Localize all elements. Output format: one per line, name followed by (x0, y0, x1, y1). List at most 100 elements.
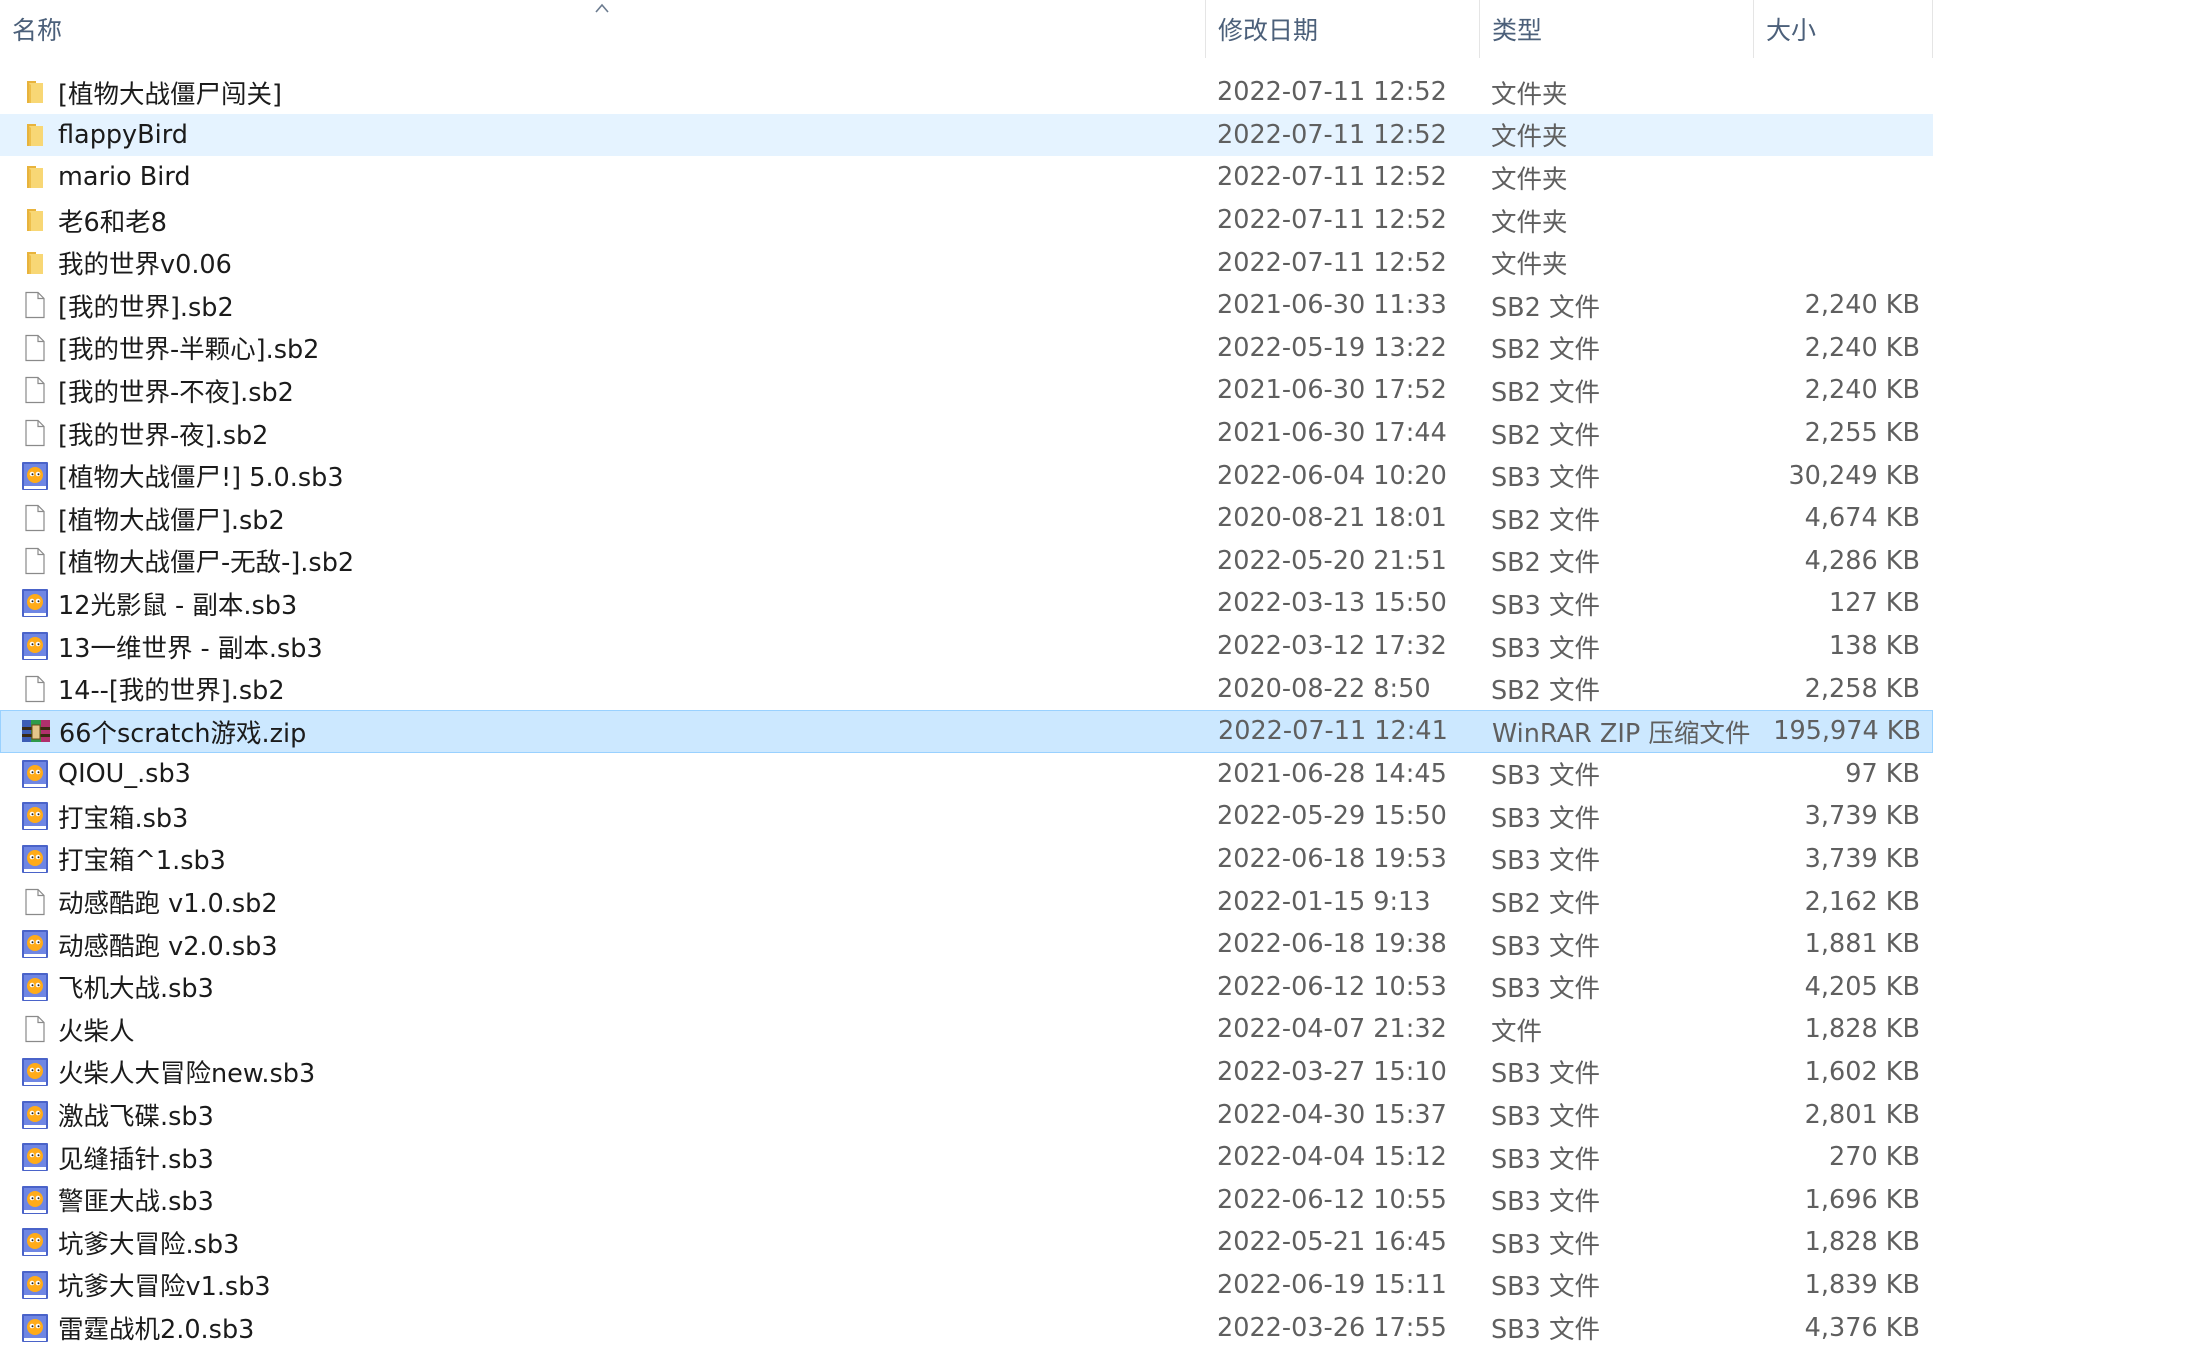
file-name: 13一维世界 - 副本.sb3 (58, 633, 323, 664)
file-modified-date: 2022-03-27 15:10 (1217, 1056, 1447, 1087)
column-header-name-label: 名称 (12, 16, 63, 45)
file-size: 4,376 KB (1804, 1312, 1920, 1343)
file-modified-date: 2022-05-20 21:51 (1217, 545, 1447, 576)
blank-file-icon (20, 497, 50, 540)
file-row[interactable]: [植物大战僵尸].sb2 2020-08-21 18:01 SB2 文件 4,674 … (0, 497, 1933, 540)
file-modified-date: 2022-07-11 12:41 (1218, 716, 1448, 747)
file-type: SB3 文件 (1491, 1059, 1601, 1090)
file-row[interactable]: [植物大战僵尸闯关] 2022-07-11 12:52 文件夹 (0, 71, 1933, 114)
file-row[interactable]: [我的世界-不夜].sb2 2021-06-30 17:52 SB2 文件 2,240… (0, 369, 1933, 412)
winrar-archive-icon (21, 711, 51, 752)
file-size: 2,162 KB (1804, 886, 1920, 917)
column-header-type[interactable]: 类型 (1480, 0, 1754, 58)
file-row[interactable]: 老6和老8 2022-07-11 12:52 文件夹 (0, 199, 1933, 242)
file-name: 动感酷跑 v2.0.sb3 (58, 931, 278, 962)
file-size: 195,974 KB (1773, 716, 1921, 747)
file-size: 127 KB (1829, 588, 1920, 619)
file-modified-date: 2021-06-30 17:44 (1217, 418, 1447, 449)
file-size: 2,258 KB (1804, 673, 1920, 704)
scratch-file-icon (20, 753, 50, 796)
file-size: 138 KB (1829, 631, 1920, 662)
file-name: QIOU_.sb3 (58, 758, 191, 789)
file-row[interactable]: 动感酷跑 v1.0.sb2 2022-01-15 9:13 SB2 文件 2,162 … (0, 880, 1933, 923)
file-modified-date: 2022-01-15 9:13 (1217, 886, 1431, 917)
file-size (1760, 199, 1920, 242)
file-type: SB3 文件 (1491, 590, 1601, 621)
file-row[interactable]: [植物大战僵尸-无敌-].sb2 2022-05-20 21:51 SB2 文件 4,… (0, 540, 1933, 583)
file-row[interactable]: [植物大战僵尸!] 5.0.sb3 2022-06-04 10:20 SB3 文件 3… (0, 454, 1933, 497)
file-type: SB2 文件 (1491, 335, 1601, 366)
file-modified-date: 2022-06-12 10:53 (1217, 971, 1447, 1002)
file-name: 14--[我的世界].sb2 (58, 676, 285, 707)
file-name: 老6和老8 (58, 207, 167, 238)
file-name: [植物大战僵尸].sb2 (58, 505, 285, 536)
file-size: 2,240 KB (1804, 375, 1920, 406)
file-type: WinRAR ZIP 压缩文件 (1492, 718, 1751, 749)
file-modified-date: 2022-06-18 19:38 (1217, 929, 1447, 960)
file-row[interactable]: 14--[我的世界].sb2 2020-08-22 8:50 SB2 文件 2,258… (0, 667, 1933, 710)
file-row[interactable]: QIOU_.sb3 2021-06-28 14:45 SB3 文件 97 KB (0, 753, 1933, 796)
file-row[interactable]: 雷霆战机2.0.sb3 2022-03-26 17:55 SB3 文件 4,376 K… (0, 1306, 1933, 1349)
file-size (1760, 71, 1920, 114)
file-type: 文件夹 (1491, 164, 1568, 195)
file-row[interactable]: 我的世界v0.06 2022-07-11 12:52 文件夹 (0, 241, 1933, 284)
file-size: 1,881 KB (1804, 929, 1920, 960)
file-size: 30,249 KB (1788, 460, 1920, 491)
file-modified-date: 2020-08-21 18:01 (1217, 503, 1447, 534)
file-type: SB2 文件 (1491, 889, 1601, 920)
file-name: [植物大战僵尸!] 5.0.sb3 (58, 463, 344, 494)
file-row[interactable]: 坑爹大冒险.sb3 2022-05-21 16:45 SB3 文件 1,828 KB (0, 1221, 1933, 1264)
file-size: 2,240 KB (1804, 332, 1920, 363)
file-row[interactable]: 坑爹大冒险v1.sb3 2022-06-19 15:11 SB3 文件 1,839 K… (0, 1264, 1933, 1307)
file-modified-date: 2021-06-30 11:33 (1217, 290, 1447, 321)
file-modified-date: 2021-06-30 17:52 (1217, 375, 1447, 406)
column-header-size[interactable]: 大小 (1754, 0, 1933, 58)
scratch-file-icon (20, 1051, 50, 1094)
file-type: 文件夹 (1491, 79, 1568, 110)
file-row[interactable]: 激战飞碟.sb3 2022-04-30 15:37 SB3 文件 2,801 KB (0, 1093, 1933, 1136)
file-row[interactable]: mario Bird 2022-07-11 12:52 文件夹 (0, 156, 1933, 199)
column-header-name[interactable]: 名称 (0, 0, 1206, 58)
file-row[interactable]: [我的世界-半颗心].sb2 2022-05-19 13:22 SB2 文件 2,24… (0, 327, 1933, 370)
column-header-type-label: 类型 (1492, 16, 1543, 45)
file-row[interactable]: 飞机大战.sb3 2022-06-12 10:53 SB3 文件 4,205 KB (0, 965, 1933, 1008)
file-type: 文件夹 (1491, 122, 1568, 153)
scratch-file-icon (20, 625, 50, 668)
scratch-file-icon (20, 582, 50, 625)
file-row[interactable]: flappyBird 2022-07-11 12:52 文件夹 (0, 113, 1933, 157)
file-row[interactable]: 火柴人 2022-04-07 21:32 文件 1,828 KB (0, 1008, 1933, 1051)
file-row[interactable]: 动感酷跑 v2.0.sb3 2022-06-18 19:38 SB3 文件 1,881… (0, 923, 1933, 966)
file-row[interactable]: 打宝箱.sb3 2022-05-29 15:50 SB3 文件 3,739 KB (0, 795, 1933, 838)
file-type: SB2 文件 (1491, 676, 1601, 707)
file-size: 3,739 KB (1804, 843, 1920, 874)
file-name: 见缝插针.sb3 (58, 1144, 214, 1175)
file-modified-date: 2022-07-11 12:52 (1217, 162, 1447, 193)
blank-file-icon (20, 540, 50, 583)
folder-icon (20, 71, 50, 114)
file-type: SB3 文件 (1491, 803, 1601, 834)
file-row[interactable]: 13一维世界 - 副本.sb3 2022-03-12 17:32 SB3 文件 138… (0, 625, 1933, 668)
file-row[interactable]: 见缝插针.sb3 2022-04-04 15:12 SB3 文件 270 KB (0, 1136, 1933, 1179)
file-row[interactable]: 火柴人大冒险new.sb3 2022-03-27 15:10 SB3 文件 1,602… (0, 1051, 1933, 1094)
blank-file-icon (20, 327, 50, 370)
column-header-bar: 名称 修改日期 类型 大小 (0, 0, 1933, 66)
file-name: 坑爹大冒险v1.sb3 (58, 1272, 271, 1303)
file-row[interactable]: [我的世界].sb2 2021-06-30 11:33 SB2 文件 2,240 KB (0, 284, 1933, 327)
file-name: [我的世界].sb2 (58, 292, 234, 323)
file-row[interactable]: 12光影鼠 - 副本.sb3 2022-03-13 15:50 SB3 文件 127 … (0, 582, 1933, 625)
column-header-modified[interactable]: 修改日期 (1206, 0, 1480, 58)
file-type: SB3 文件 (1491, 463, 1601, 494)
file-modified-date: 2022-07-11 12:52 (1217, 77, 1447, 108)
file-type: 文件夹 (1491, 207, 1568, 238)
file-row[interactable]: 警匪大战.sb3 2022-06-12 10:55 SB3 文件 1,696 KB (0, 1178, 1933, 1221)
file-name: flappyBird (58, 119, 188, 150)
file-row[interactable]: 66个scratch游戏.zip 2022-07-11 12:41 WinRAR Z… (0, 709, 1933, 753)
file-name: [植物大战僵尸-无敌-].sb2 (58, 548, 355, 579)
scratch-file-icon (20, 1093, 50, 1136)
scratch-file-icon (20, 1178, 50, 1221)
file-modified-date: 2021-06-28 14:45 (1217, 758, 1447, 789)
file-row[interactable]: [我的世界-夜].sb2 2021-06-30 17:44 SB2 文件 2,255 … (0, 412, 1933, 455)
file-modified-date: 2022-03-26 17:55 (1217, 1312, 1447, 1343)
file-row[interactable]: 打宝箱^1.sb3 2022-06-18 19:53 SB3 文件 3,739 KB (0, 838, 1933, 881)
file-list: [植物大战僵尸闯关] 2022-07-11 12:52 文件夹 flappyBird… (0, 71, 1933, 1349)
